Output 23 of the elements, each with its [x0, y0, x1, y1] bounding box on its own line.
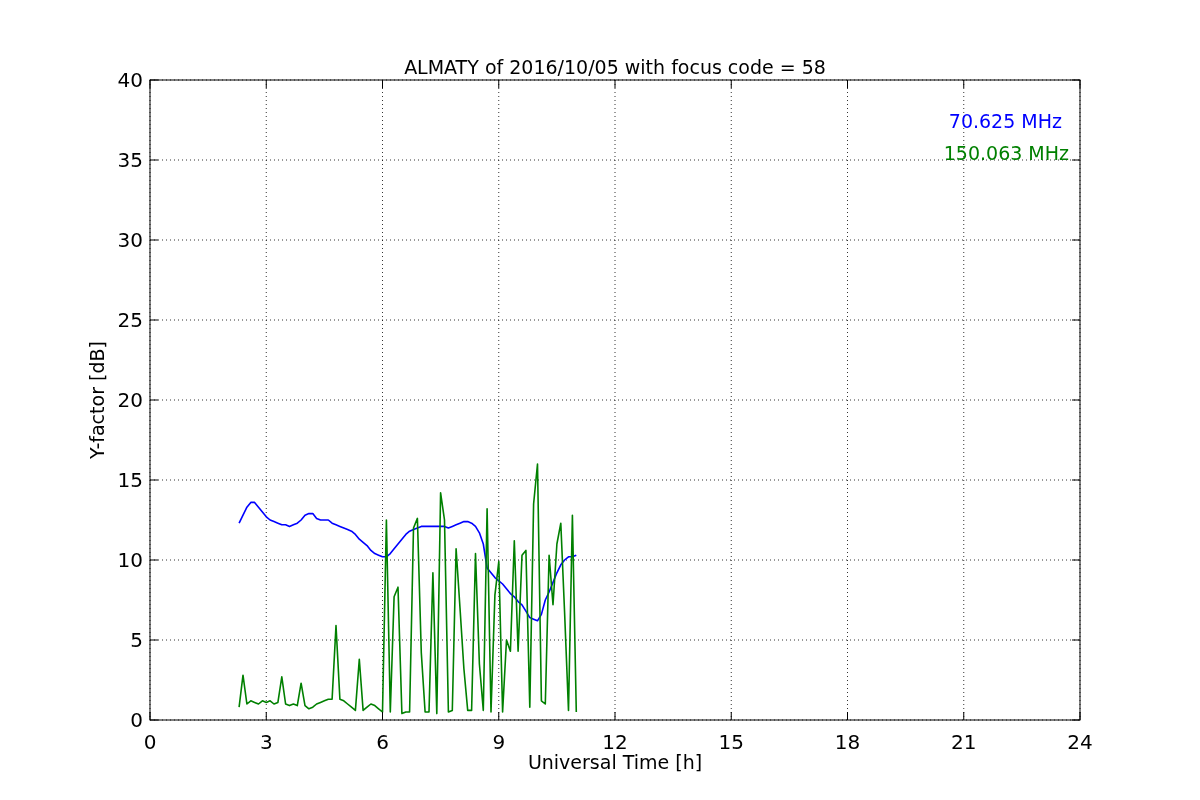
y-tick-label: 5 [130, 628, 143, 652]
chart-title: ALMATY of 2016/10/05 with focus code = 58 [404, 56, 826, 78]
y-tick-label: 35 [117, 148, 143, 172]
x-tick-label: 3 [259, 730, 273, 754]
y-tick-label: 40 [117, 68, 143, 92]
x-tick-label: 18 [834, 730, 861, 754]
y-tick-label: 10 [117, 548, 143, 572]
legend-label: 70.625 MHz [948, 110, 1062, 132]
y-tick-label: 30 [117, 228, 143, 252]
y-tick-label: 15 [117, 468, 143, 492]
x-tick-label: 6 [376, 730, 389, 754]
y-axis-label: Y-factor [dB] [86, 341, 108, 459]
y-tick-label: 25 [117, 308, 143, 332]
x-axis-label: Universal Time [h] [527, 751, 703, 773]
x-tick-label: 21 [951, 730, 977, 754]
x-tick-label: 9 [492, 730, 506, 754]
legend-label: 150.063 MHz [943, 142, 1069, 164]
x-tick-label: 0 [143, 730, 157, 754]
y-tick-label: 0 [130, 708, 143, 732]
y-tick-label: 20 [117, 388, 143, 412]
x-tick-label: 15 [718, 730, 744, 754]
x-tick-label: 12 [602, 730, 628, 754]
x-tick-label: 24 [1067, 730, 1093, 754]
